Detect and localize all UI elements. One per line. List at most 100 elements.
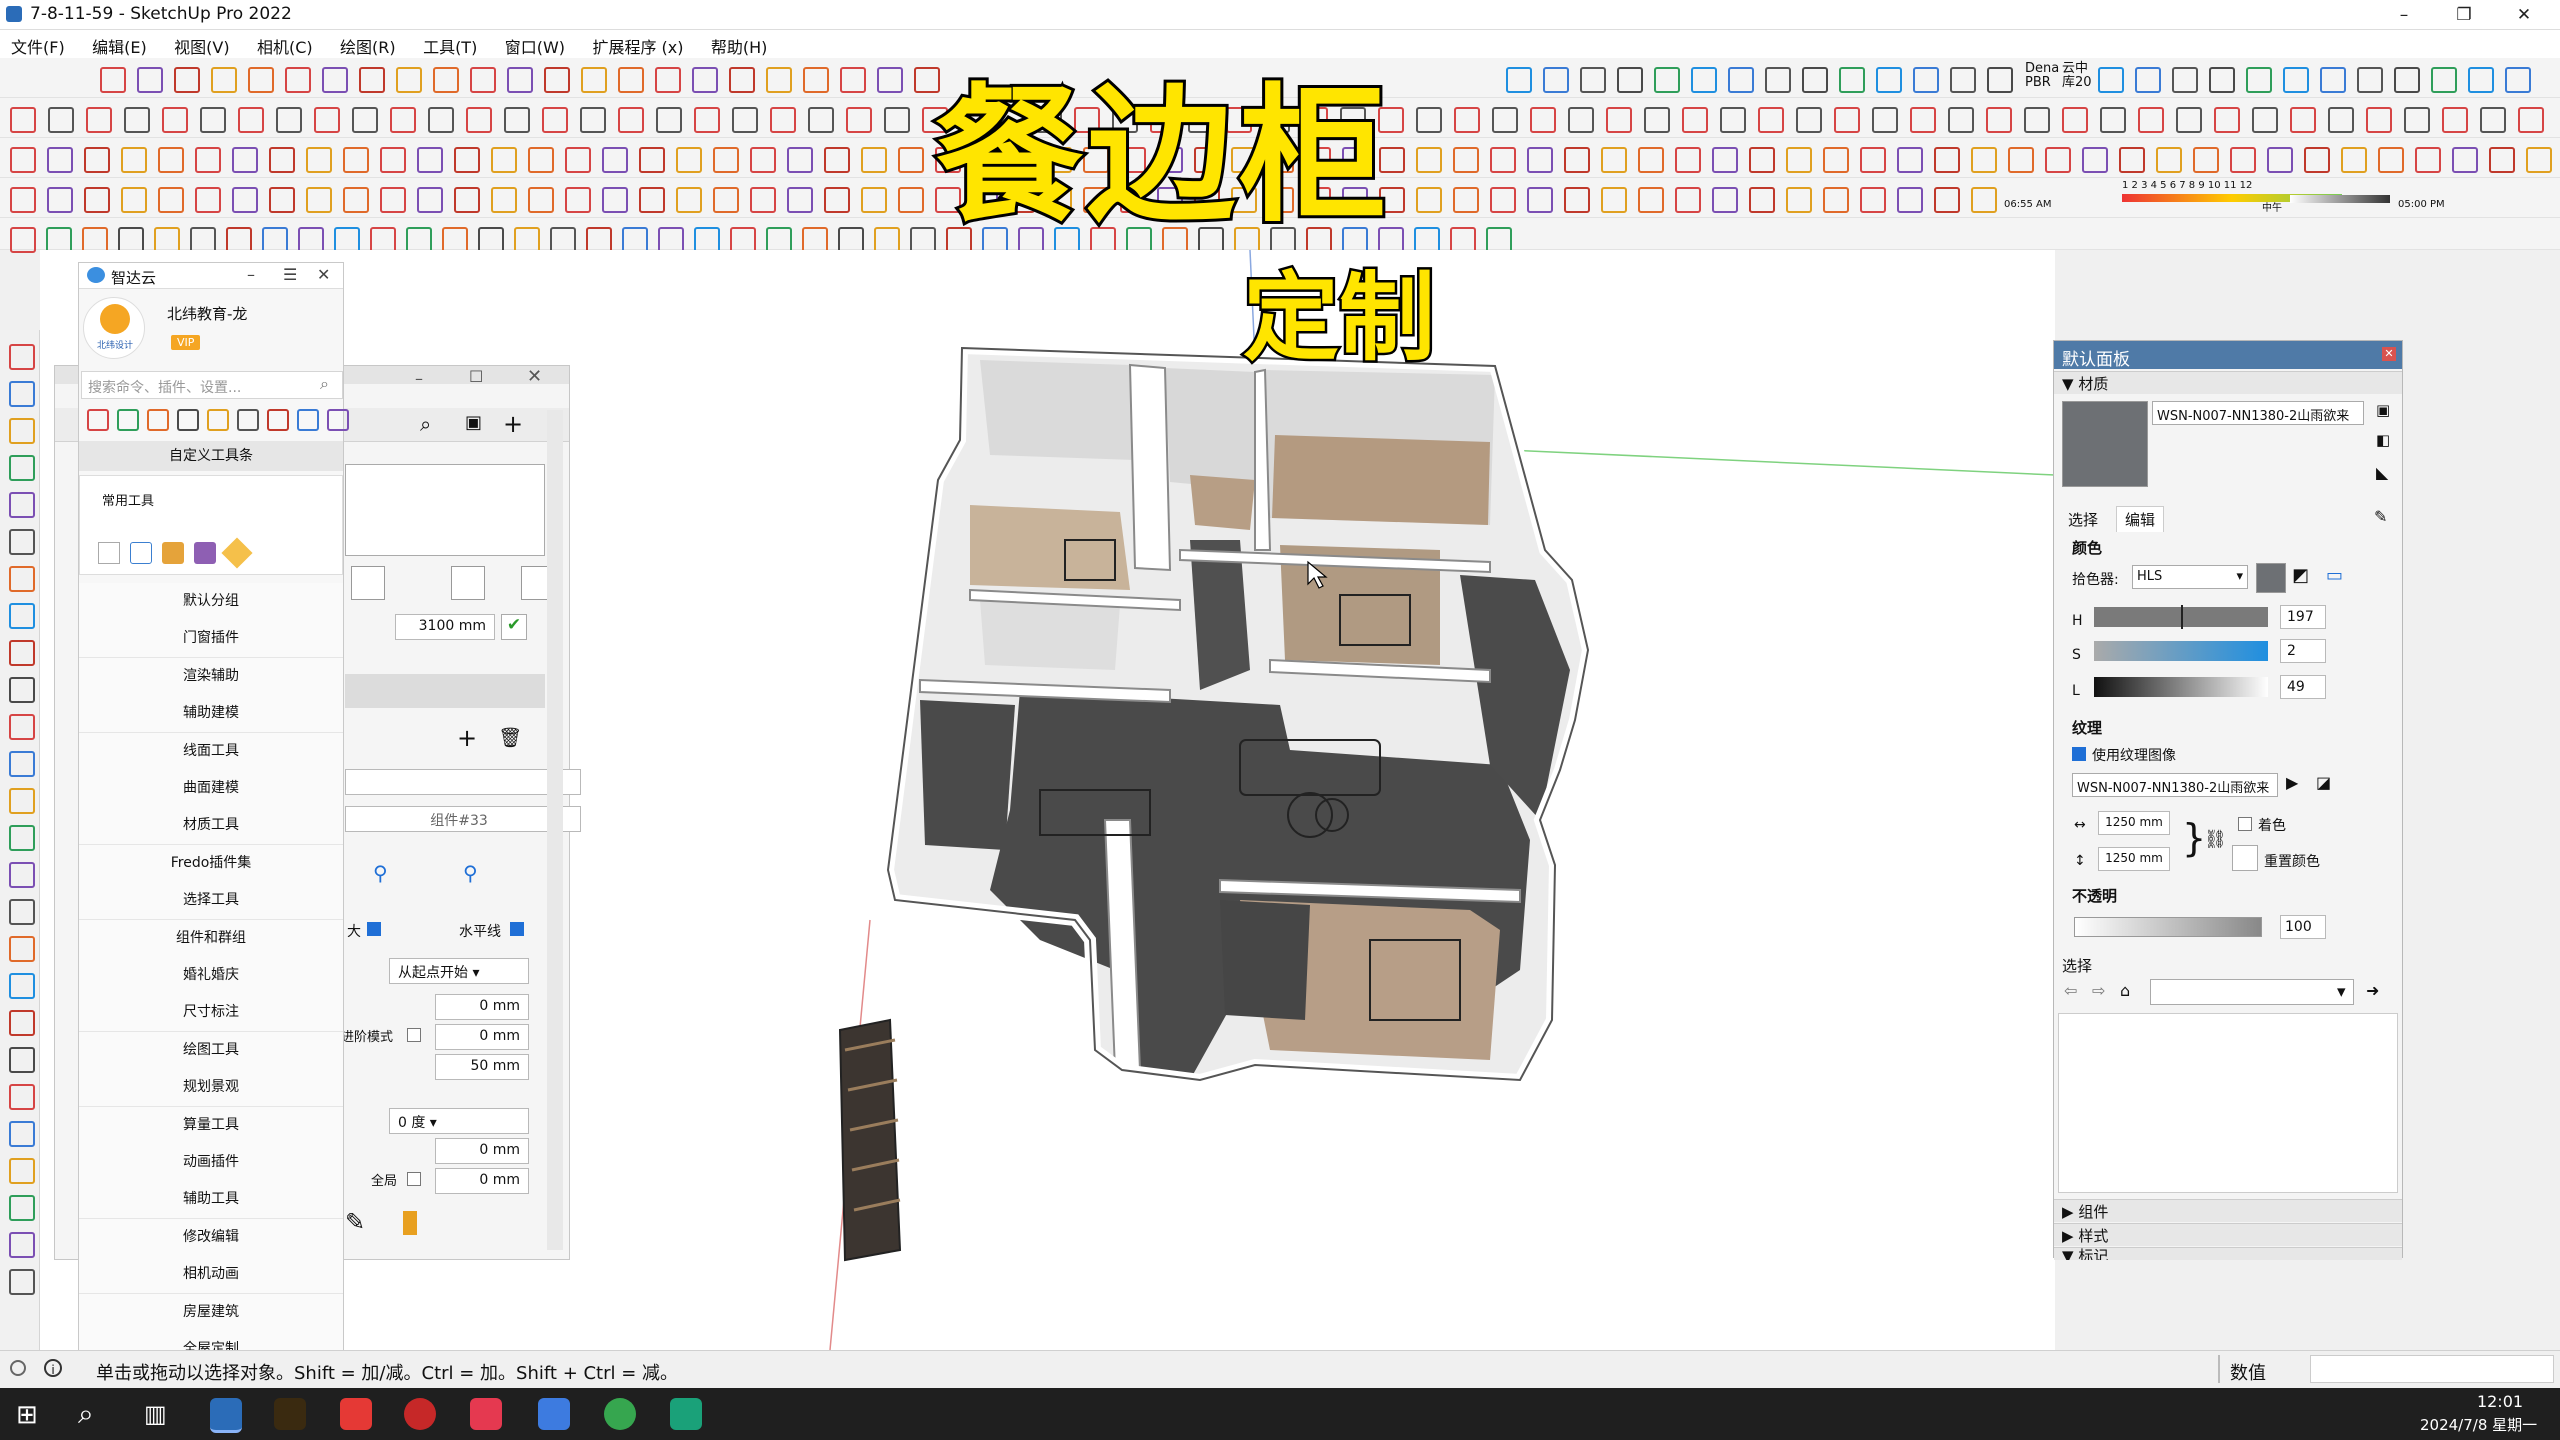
toolbar-tool-icon[interactable] (417, 187, 443, 213)
toolbar-tool-icon[interactable] (2045, 147, 2071, 173)
left-tool-icon[interactable] (9, 1269, 35, 1295)
toolbar-tool-icon[interactable] (352, 107, 378, 133)
toolbar-tool-icon[interactable] (713, 187, 739, 213)
toolbar-tool-icon[interactable] (1986, 107, 2012, 133)
toolbar-tool-icon[interactable] (1934, 187, 1960, 213)
left-tool-icon[interactable] (9, 899, 35, 925)
toolbar-tool-icon[interactable] (380, 147, 406, 173)
plugin-menu-item[interactable]: 线面工具 (79, 732, 343, 771)
toolbar-tool-icon[interactable] (2008, 147, 2034, 173)
maximize-button[interactable]: ❐ (2436, 0, 2492, 30)
toolbar-tool-icon[interactable] (1453, 147, 1479, 173)
texture-file-field[interactable]: WSN-N007-NN1380-2山雨欲来 (2072, 773, 2278, 797)
toolbar-tool-icon[interactable] (1416, 187, 1442, 213)
toolbar-tool-icon[interactable] (433, 67, 459, 93)
toolbar-tool-icon[interactable] (1728, 67, 1754, 93)
toolbar-tool-icon[interactable] (2526, 147, 2552, 173)
toolbar-tool-icon[interactable] (787, 147, 813, 173)
toolbar-tool-icon[interactable] (676, 147, 702, 173)
toolbar-tool-icon[interactable] (2394, 67, 2420, 93)
toolbar-tool-icon[interactable] (1834, 107, 1860, 133)
plugin-menu-item[interactable]: 曲面建模 (79, 770, 343, 808)
save-icon[interactable]: ▣ (465, 412, 482, 433)
toolbar-tool-icon[interactable] (2489, 147, 2515, 173)
toolbar-tool-icon[interactable] (840, 67, 866, 93)
toolbar-tool-icon[interactable] (211, 67, 237, 93)
toolbar-tool-icon[interactable] (1691, 67, 1717, 93)
office-taskbar-icon[interactable] (538, 1398, 570, 1430)
quick-tool-icon[interactable] (117, 409, 139, 431)
left-tool-icon[interactable] (9, 788, 35, 814)
paint-bucket-icon[interactable]: ◣ (2376, 463, 2388, 482)
toolbar-tool-icon[interactable] (238, 107, 264, 133)
toolbar-tool-icon[interactable] (1682, 107, 1708, 133)
toolbar-tool-icon[interactable] (1564, 147, 1590, 173)
toolbar-tool-icon[interactable] (770, 107, 796, 133)
toolbar-tool-icon[interactable] (803, 67, 829, 93)
toolbar-tool-icon[interactable] (1527, 187, 1553, 213)
left-tool-icon[interactable] (9, 1084, 35, 1110)
quick-tool-icon[interactable] (147, 409, 169, 431)
toolbar-tool-icon[interactable] (1749, 147, 1775, 173)
pin-icon[interactable]: ⚲ (373, 861, 388, 885)
toolbar-tool-icon[interactable] (656, 107, 682, 133)
quick-tool-icon[interactable] (327, 409, 349, 431)
toolbar-tool-icon[interactable] (1506, 67, 1532, 93)
toolbar-tool-icon[interactable] (2518, 107, 2544, 133)
toolbar-tool-icon[interactable] (692, 67, 718, 93)
info-icon[interactable]: i (44, 1359, 62, 1377)
toolbar-tool-icon[interactable] (2304, 147, 2330, 173)
s-slider[interactable] (2094, 641, 2268, 661)
plugin-menu-item[interactable]: 尺寸标注 (79, 994, 343, 1033)
left-tool-icon[interactable] (9, 492, 35, 518)
plugin-menu-item[interactable]: 动画插件 (79, 1144, 343, 1182)
toolbar-tool-icon[interactable] (750, 187, 776, 213)
toolbar-tool-icon[interactable] (84, 147, 110, 173)
toolbar-tool-icon[interactable] (248, 67, 274, 93)
picker-dropdown[interactable]: HLS ▾ (2132, 565, 2248, 589)
left-tool-icon[interactable] (9, 751, 35, 777)
toolbar-tool-icon[interactable] (10, 147, 36, 173)
toolbar-tool-icon[interactable] (808, 107, 834, 133)
tray-close-icon[interactable]: ✕ (2382, 347, 2396, 361)
toolbar-tool-icon[interactable] (1580, 67, 1606, 93)
toolbar-tool-icon[interactable] (655, 67, 681, 93)
app-w-taskbar-icon[interactable] (274, 1398, 306, 1430)
plugin-menu-item[interactable]: 选择工具 (79, 882, 343, 921)
toolbar-tool-icon[interactable] (898, 187, 924, 213)
toolbar-tool-icon[interactable] (269, 187, 295, 213)
description-textarea[interactable] (345, 464, 545, 556)
toolbar-tool-icon[interactable] (1453, 187, 1479, 213)
field-b[interactable]: 0 mm (435, 1024, 529, 1050)
browser-taskbar-icon[interactable] (604, 1398, 636, 1430)
left-tool-icon[interactable] (9, 1195, 35, 1221)
toolbar-tool-icon[interactable] (1527, 147, 1553, 173)
toolbar-tool-icon[interactable] (1675, 187, 1701, 213)
plugin-menu-item[interactable]: 算量工具 (79, 1106, 343, 1145)
toolbar-tool-icon[interactable] (314, 107, 340, 133)
toolbar-tool-icon[interactable] (1490, 187, 1516, 213)
details-arrow-icon[interactable]: ➜ (2366, 981, 2379, 1000)
field-a[interactable]: 0 mm (435, 994, 529, 1020)
toolbar-tool-icon[interactable] (1934, 147, 1960, 173)
material-library-list[interactable] (2058, 1013, 2398, 1193)
left-tool-icon[interactable] (9, 1010, 35, 1036)
search-icon[interactable]: ⌕ (420, 412, 431, 436)
toolbar-tool-icon[interactable] (1839, 67, 1865, 93)
plugin-menu-item[interactable]: 默认分组 (79, 583, 343, 621)
left-tool-icon[interactable] (9, 418, 35, 444)
toolbar-tool-icon[interactable] (507, 67, 533, 93)
opacity-value[interactable]: 100 (2280, 915, 2326, 939)
toolbar-tool-icon[interactable] (618, 107, 644, 133)
colorize-checkbox[interactable] (2238, 817, 2252, 831)
toolbar-tool-icon[interactable] (1823, 147, 1849, 173)
toolbar-tool-icon[interactable] (470, 67, 496, 93)
toolbar-tool-icon[interactable] (48, 107, 74, 133)
toolbar-tool-icon[interactable] (454, 187, 480, 213)
toolbar-tool-icon[interactable] (580, 107, 606, 133)
toolbar-tool-icon[interactable] (2341, 147, 2367, 173)
toolbar-tool-icon[interactable] (1454, 107, 1480, 133)
menu-file[interactable]: 文件(F) (0, 30, 76, 58)
toolbar-tool-icon[interactable] (47, 187, 73, 213)
texture-width-field[interactable]: 1250 mm (2098, 811, 2170, 835)
